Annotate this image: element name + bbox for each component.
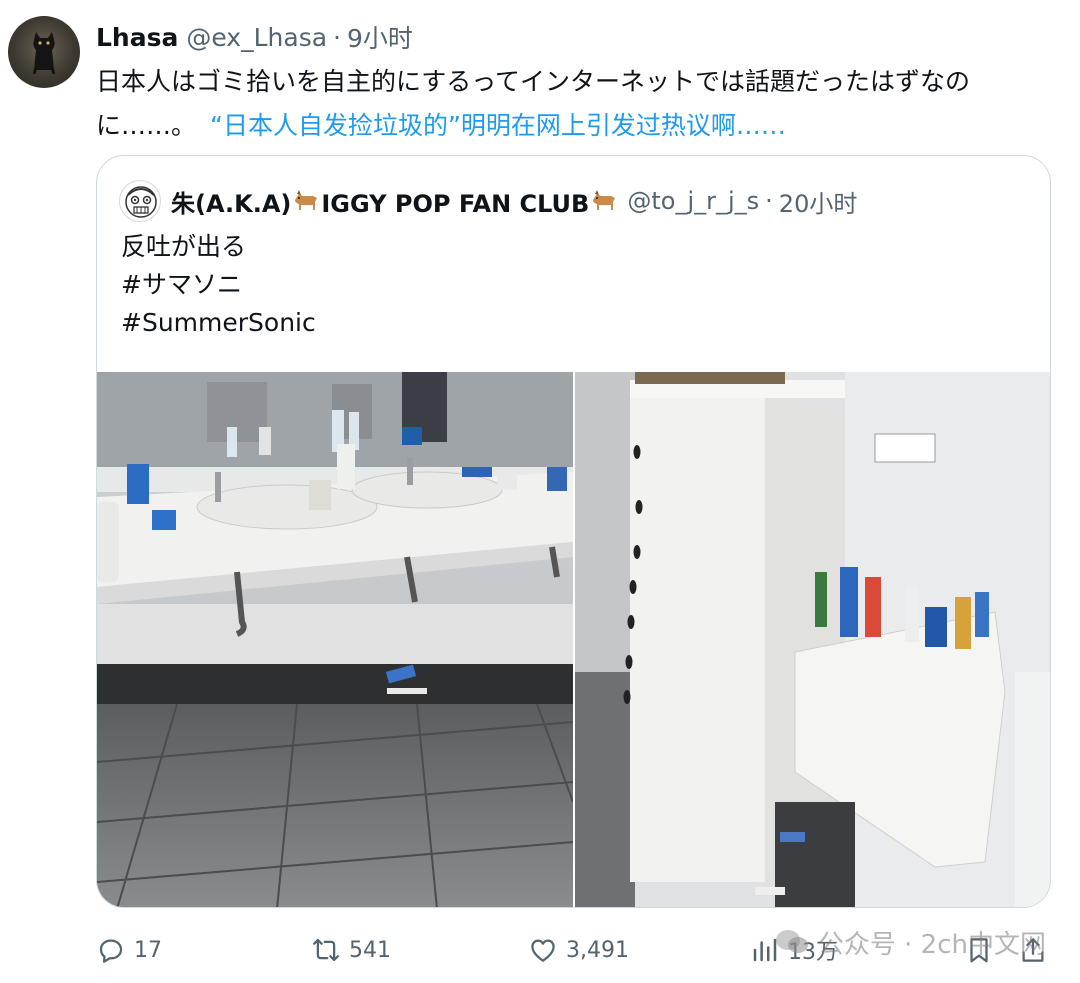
author-name[interactable]: Lhasa — [96, 23, 178, 52]
quoted-text: 反吐が出る #サマソニ #SummerSonic — [121, 228, 316, 342]
tweet-timestamp[interactable]: 9小时 — [347, 19, 413, 55]
retweet-icon — [313, 938, 339, 962]
watermark: 公众号 · 2ch中文网 — [774, 922, 1046, 962]
quoted-author-handle[interactable]: @to_j_r_j_s — [627, 187, 759, 215]
baby-changing-table-photo[interactable] — [575, 372, 1050, 907]
retweet-button[interactable]: 541 — [311, 925, 391, 975]
reply-count: 17 — [134, 937, 162, 963]
quoted-media — [97, 372, 1050, 907]
reply-icon — [99, 939, 123, 963]
wechat-icon — [775, 930, 808, 953]
tweet-text-translation: “日本人自发捡垃圾的”明明在网上引发过热议啊…… — [210, 111, 786, 140]
retweet-count: 541 — [349, 937, 391, 963]
tweet-header: Lhasa @ex_Lhasa · 9小时 — [96, 20, 413, 54]
tweet-text: 日本人はゴミ拾いを自主的にするってインターネットでは話題だったはずなのに……。 “… — [96, 60, 1056, 148]
restroom-sinks-photo[interactable] — [97, 372, 573, 907]
cat-avatar-icon — [32, 32, 56, 74]
quoted-hashtag-line[interactable]: #サマソニ — [121, 266, 316, 304]
author-avatar[interactable] — [8, 16, 80, 88]
watermark-text: 公众号 · 2ch中文网 — [817, 929, 1046, 960]
quoted-author-name[interactable]: 朱(A.K.A) IGGY POP FAN CLUB — [171, 184, 619, 219]
dog-emoji-icon — [593, 189, 616, 210]
dog-emoji-icon — [295, 189, 318, 210]
quoted-header: 朱(A.K.A) IGGY POP FAN CLUB @to_j_r_j_s ·… — [119, 180, 858, 222]
quoted-tweet[interactable]: 朱(A.K.A) IGGY POP FAN CLUB @to_j_r_j_s ·… — [96, 155, 1051, 908]
separator-dot: · — [765, 187, 773, 215]
author-handle[interactable]: @ex_Lhasa — [186, 23, 327, 52]
reply-button[interactable]: 17 — [96, 925, 162, 975]
like-button[interactable]: 3,491 — [528, 925, 629, 975]
quoted-author-name-part1: 朱(A.K.A) — [171, 189, 292, 218]
restroom-sinks-illustration — [97, 372, 573, 907]
quoted-author-avatar[interactable] — [119, 180, 161, 222]
face-doodle-icon — [125, 186, 157, 218]
quoted-hashtag-line[interactable]: #SummerSonic — [121, 304, 316, 342]
like-count: 3,491 — [566, 937, 629, 963]
quoted-author-name-part2: IGGY POP FAN CLUB — [321, 189, 590, 218]
separator-dot: · — [333, 22, 341, 52]
quoted-timestamp[interactable]: 20小时 — [779, 184, 858, 219]
quoted-text-line: 反吐が出る — [121, 232, 247, 261]
baby-changing-table-illustration — [575, 372, 1050, 907]
heart-icon — [531, 939, 555, 962]
